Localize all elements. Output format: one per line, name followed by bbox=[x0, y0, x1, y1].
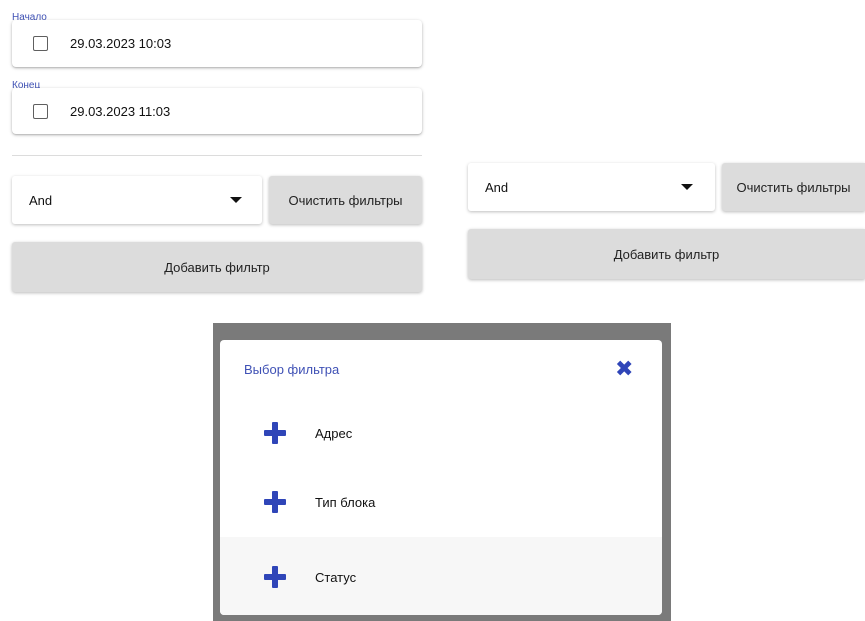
start-checkbox[interactable] bbox=[33, 36, 48, 51]
divider bbox=[12, 155, 422, 156]
filter-dialog: Выбор фильтра ✖ Адрес Тип блока Статус bbox=[220, 340, 662, 615]
plus-icon bbox=[264, 566, 286, 588]
left-clear-filters-button[interactable]: Очистить фильтры bbox=[269, 176, 422, 224]
filter-option-status[interactable]: Статус bbox=[264, 562, 644, 592]
right-add-filter-button[interactable]: Добавить фильтр bbox=[468, 229, 865, 279]
filter-option-label: Адрес bbox=[315, 425, 353, 441]
left-clear-filters-label: Очистить фильтры bbox=[288, 192, 403, 208]
right-clear-filters-label: Очистить фильтры bbox=[736, 179, 851, 195]
right-clear-filters-button[interactable]: Очистить фильтры bbox=[722, 163, 865, 211]
right-operator-select[interactable]: And bbox=[468, 163, 715, 211]
filter-option-label: Статус bbox=[315, 569, 357, 585]
left-add-filter-label: Добавить фильтр bbox=[164, 259, 270, 275]
filter-option-address[interactable]: Адрес bbox=[264, 418, 644, 448]
start-datetime-value: 29.03.2023 10:03 bbox=[70, 36, 172, 51]
plus-icon bbox=[264, 422, 286, 444]
plus-icon bbox=[264, 491, 286, 513]
dialog-title: Выбор фильтра bbox=[244, 362, 340, 377]
left-operator-value: And bbox=[29, 192, 53, 208]
chevron-down-icon bbox=[681, 184, 693, 190]
end-datetime-value: 29.03.2023 11:03 bbox=[70, 103, 171, 119]
left-add-filter-button[interactable]: Добавить фильтр bbox=[12, 242, 422, 292]
right-operator-value: And bbox=[485, 179, 509, 195]
filter-option-block-type[interactable]: Тип блока bbox=[264, 487, 644, 517]
right-add-filter-label: Добавить фильтр bbox=[613, 246, 720, 262]
end-checkbox[interactable] bbox=[33, 103, 48, 119]
end-datetime-field[interactable]: 29.03.2023 11:03 bbox=[12, 88, 422, 134]
filter-option-label: Тип блока bbox=[315, 494, 376, 510]
start-datetime-field[interactable]: 29.03.2023 10:03 bbox=[12, 20, 422, 67]
chevron-down-icon bbox=[230, 197, 242, 203]
left-operator-select[interactable]: And bbox=[12, 176, 262, 224]
close-icon[interactable]: ✖ bbox=[615, 358, 633, 380]
